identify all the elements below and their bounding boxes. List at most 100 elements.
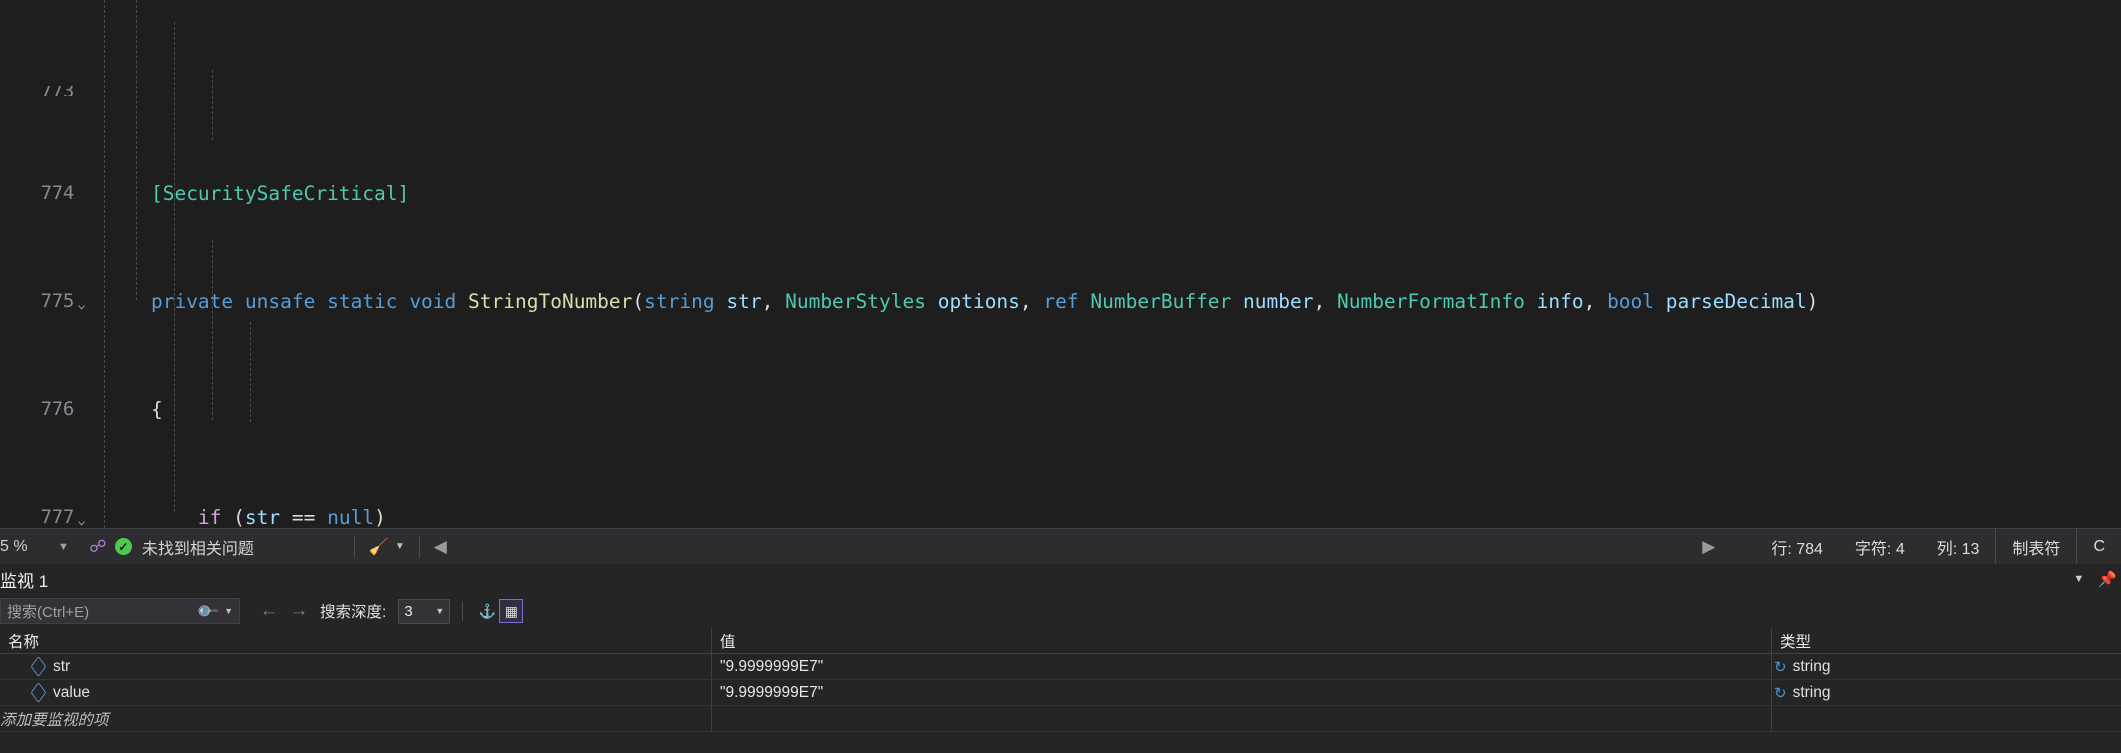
brace-token: { — [150, 397, 163, 421]
code-line[interactable]: 776 { — [0, 397, 2121, 421]
caret-char-indicator: 字符: 4 — [1854, 540, 1905, 558]
search-placeholder: 搜索(Ctrl+E) — [7, 603, 90, 621]
watch-value-text: "9.9999999E7" — [720, 683, 824, 701]
issues-status-text: 未找到相关问题 — [141, 540, 254, 558]
zoom-dropdown-icon[interactable]: ▼ — [58, 541, 69, 553]
watch-search-input[interactable]: 搜索(Ctrl+E) 🔍 ▼ — [0, 598, 240, 624]
watch-value-text: "9.9999999E7" — [720, 657, 824, 675]
divider — [418, 535, 420, 558]
column-header-name[interactable]: 名称 — [0, 628, 712, 653]
code-line[interactable]: 775 ⌄ private unsafe static void StringT… — [0, 289, 2121, 313]
caret-row-indicator: 行: 784 — [1771, 540, 1823, 558]
watch-type-cell: ↻ string — [1772, 680, 2121, 705]
tabs-indicator[interactable]: 制表符 — [1995, 529, 2076, 564]
keyword-token: if — [197, 505, 222, 528]
table-row[interactable]: value "9.9999999E7" ↻ string — [0, 680, 2121, 706]
method-token: StringToNumber — [468, 289, 633, 313]
watch-name-cell[interactable]: value — [0, 680, 712, 705]
code-line[interactable]: 777 ⌄ if (str == null) — [0, 505, 2121, 528]
param-token: str — [244, 505, 281, 528]
line-number: 774 — [40, 181, 75, 204]
code-lines[interactable]: 773 774 [SecuritySafeCritical] 775 ⌄ pri… — [0, 0, 2121, 528]
watch-add-row[interactable]: 添加要监视的项 — [0, 706, 2121, 732]
keyword-token: null — [327, 505, 375, 528]
code-line[interactable]: 774 [SecuritySafeCritical] — [0, 181, 2121, 205]
search-prev-button[interactable]: ← — [254, 600, 284, 622]
column-header-type[interactable]: 类型 — [1772, 628, 2121, 653]
watch-name-text: str — [53, 657, 71, 675]
watch-table[interactable]: 名称 值 类型 str "9.9999999E7" ↻ string value… — [0, 628, 2121, 732]
no-issues-check-icon: ✓ — [114, 538, 132, 555]
watch-panel[interactable]: 监视 1 ▼ 📌 搜索(Ctrl+E) 🔍 ▼ ← → 搜索深度: 3 ▼ ⚓ … — [0, 564, 2121, 753]
show-raw-values-icon[interactable]: ▦ — [499, 599, 524, 623]
pin-all-columns-icon[interactable]: ⚓ — [475, 599, 499, 623]
intellicode-icon[interactable]: ☍ — [81, 537, 115, 557]
watch-type-text: string — [1792, 683, 1831, 701]
zoom-level[interactable]: 5 % — [0, 538, 58, 556]
fold-glyph[interactable]: ⌄ — [77, 291, 96, 313]
editor-status-bar[interactable]: 5 % ▼ ☍ ✓ 未找到相关问题 🧹 ▼ ◀ ▶ 行: 784 字符: 4 列… — [0, 528, 2121, 564]
code-text[interactable]: if (str == null) — [104, 505, 2121, 528]
chevron-down-icon[interactable]: ▼ — [2073, 573, 2084, 585]
watch-name-text: value — [53, 683, 91, 701]
search-depth-value: 3 — [404, 602, 413, 620]
code-editor[interactable]: 773 774 [SecuritySafeCritical] 775 ⌄ pri… — [0, 0, 2121, 528]
chevron-down-icon[interactable]: ▼ — [435, 606, 444, 616]
watch-toolbar[interactable]: 搜索(Ctrl+E) 🔍 ▼ ← → 搜索深度: 3 ▼ ⚓ ▦ — [0, 594, 2121, 628]
watch-type-text: string — [1792, 657, 1831, 675]
add-watch-placeholder: 添加要监视的项 — [0, 711, 109, 729]
scroll-left-icon[interactable]: ◀ — [434, 537, 447, 557]
refresh-icon[interactable]: ↻ — [1774, 658, 1787, 676]
keyword-token: ref — [1043, 289, 1079, 313]
divider — [353, 535, 355, 558]
watch-type-cell: ↻ string — [1772, 654, 2121, 679]
watch-add-name-cell[interactable]: 添加要监视的项 — [0, 706, 712, 731]
keyword-token: void — [409, 289, 457, 313]
table-row[interactable]: str "9.9999999E7" ↻ string — [0, 654, 2121, 680]
keyword-token: private — [150, 289, 234, 313]
type-token: NumberStyles — [785, 289, 926, 313]
column-header-value[interactable]: 值 — [712, 628, 1772, 653]
fold-glyph[interactable]: ⌄ — [77, 507, 96, 528]
attribute-token: [SecuritySafeCritical] — [150, 181, 410, 205]
keyword-token: bool — [1607, 289, 1655, 313]
code-text[interactable]: [SecuritySafeCritical] — [104, 181, 2121, 205]
param-token: number — [1243, 289, 1314, 313]
scroll-right-icon[interactable]: ▶ — [1702, 537, 1755, 557]
keyword-token: string — [644, 289, 715, 313]
search-depth-select[interactable]: 3 ▼ — [398, 598, 451, 624]
search-icon[interactable]: 🔍 — [196, 598, 221, 624]
line-number: 777 — [40, 505, 75, 528]
watch-value-cell[interactable]: "9.9999999E7" — [712, 654, 1772, 679]
status-right-group: ▶ 行: 784 字符: 4 列: 13 制表符 C — [1702, 529, 2121, 564]
code-line[interactable]: 773 — [0, 86, 2121, 96]
divider — [462, 601, 464, 621]
watch-panel-title-bar[interactable]: 监视 1 ▼ 📌 — [0, 564, 2121, 594]
line-number: 773 — [0, 86, 78, 96]
param-token: options — [937, 289, 1020, 313]
line-number: 776 — [40, 397, 75, 420]
watch-panel-title: 监视 1 — [0, 571, 49, 591]
watch-name-cell[interactable]: str — [0, 654, 712, 679]
watch-add-value-cell[interactable] — [712, 706, 1772, 731]
code-text[interactable]: { — [104, 397, 2121, 421]
param-token: parseDecimal — [1665, 289, 1807, 313]
code-cleanup-icon[interactable]: 🧹 — [369, 537, 389, 557]
pin-icon[interactable]: 📌 — [2098, 570, 2117, 588]
encoding-indicator[interactable]: C — [2076, 529, 2121, 564]
search-next-button[interactable]: → — [284, 600, 314, 622]
keyword-token: unsafe — [244, 289, 316, 313]
search-depth-label: 搜索深度: — [320, 604, 387, 621]
watch-value-cell[interactable]: "9.9999999E7" — [712, 680, 1772, 705]
code-cleanup-dropdown-icon[interactable]: ▼ — [395, 541, 405, 552]
variable-diamond-icon — [30, 682, 47, 703]
keyword-token: static — [327, 289, 398, 313]
visual-studio-debugger-window: 773 774 [SecuritySafeCritical] 775 ⌄ pri… — [0, 0, 2121, 753]
code-text[interactable]: private unsafe static void StringToNumbe… — [104, 289, 2121, 313]
variable-diamond-icon — [30, 656, 47, 677]
watch-add-type-cell — [1772, 706, 2121, 731]
search-options-dropdown-icon[interactable]: ▼ — [224, 606, 233, 616]
line-number: 775 — [40, 289, 75, 312]
type-token: NumberFormatInfo — [1337, 289, 1525, 313]
refresh-icon[interactable]: ↻ — [1774, 684, 1787, 702]
